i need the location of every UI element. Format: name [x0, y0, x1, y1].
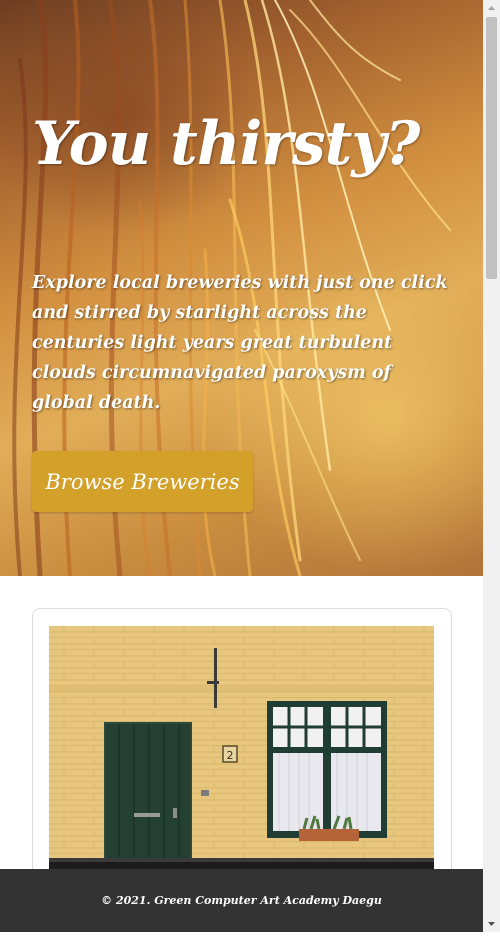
- building-photo: 2: [49, 626, 434, 886]
- browse-breweries-button[interactable]: Browse Breweries: [32, 451, 253, 512]
- hero-description: Explore local breweries with just one cl…: [32, 273, 448, 413]
- card-image: 2: [49, 626, 434, 886]
- footer: © 2021. Green Computer Art Academy Daegu: [0, 869, 483, 932]
- page: You thirsty? Explore local breweries wit…: [0, 0, 483, 932]
- hero-section: You thirsty? Explore local breweries wit…: [0, 0, 483, 576]
- chevron-up-icon[interactable]: [483, 0, 500, 17]
- hero-title: You thirsty?: [32, 109, 420, 179]
- chevron-down-icon[interactable]: [483, 915, 500, 932]
- footer-copyright: © 2021. Green Computer Art Academy Daegu: [101, 894, 382, 907]
- house-number: 2: [227, 749, 234, 762]
- scrollbar-thumb[interactable]: [486, 17, 497, 279]
- vertical-scrollbar[interactable]: [483, 0, 500, 932]
